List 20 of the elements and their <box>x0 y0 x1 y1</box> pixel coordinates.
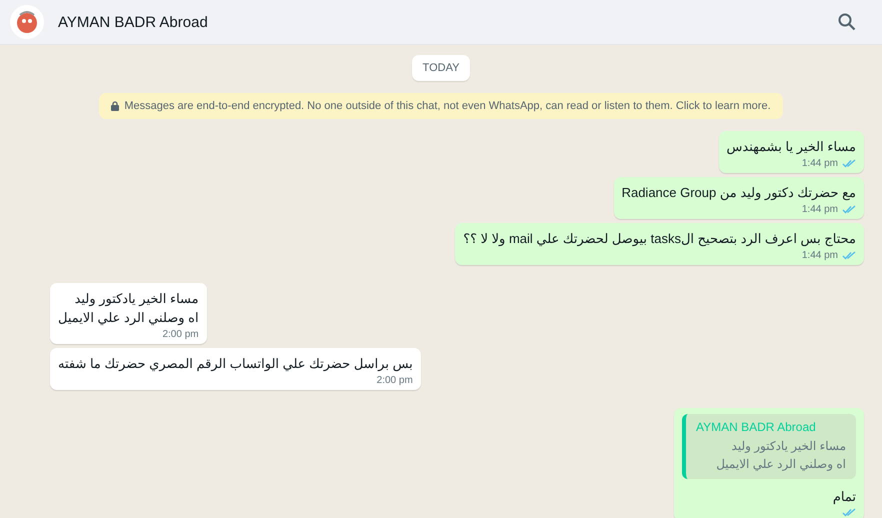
contact-name[interactable]: AYMAN BADR Abroad <box>58 14 838 30</box>
message-time: 1:44 pm <box>802 250 838 261</box>
message-time: 1:44 pm <box>802 204 838 215</box>
lock-icon <box>111 101 120 111</box>
message-text: تمام <box>832 488 856 506</box>
notice-text: Messages are end-to-end encrypted. No one outside of this chat, not even WhatsApp, can read or listen to them. Click to learn more. <box>124 100 771 112</box>
contact-avatar[interactable] <box>10 5 44 39</box>
message-time: 1:44 pm <box>802 158 838 169</box>
message-time: 2:00 pm <box>376 375 413 386</box>
quoted-text: مساء الخير يادكتور وليد اه وصلني الرد علي الايميل <box>715 438 846 473</box>
encryption-notice[interactable]: Messages are end-to-end encrypted. No one outside of this chat, not even WhatsApp, can read or listen to them. Click to learn more. <box>99 93 783 119</box>
message-text: بس براسل حضرتك علي الواتساب الرقم المصري حضرتك ما شفته <box>58 355 413 373</box>
message-text: محتاج بس اعرف الرد بتصحيح الtasks بيوصل لحضرتك علي mail ولا لا ؟؟ <box>463 230 856 248</box>
message-text: مساء الخير يادكتور وليد اه وصلني الرد علي الايميل <box>58 290 199 327</box>
message-time: 2:00 pm <box>162 329 199 340</box>
message-text: مع حضرتك دكتور وليد من Radiance Group <box>622 184 856 202</box>
quoted-author: AYMAN BADR Abroad <box>696 420 817 434</box>
date-chip: TODAY <box>412 55 470 81</box>
message-text: مساء الخير يا بشمهندس <box>726 138 856 156</box>
search-icon[interactable] <box>838 13 856 31</box>
